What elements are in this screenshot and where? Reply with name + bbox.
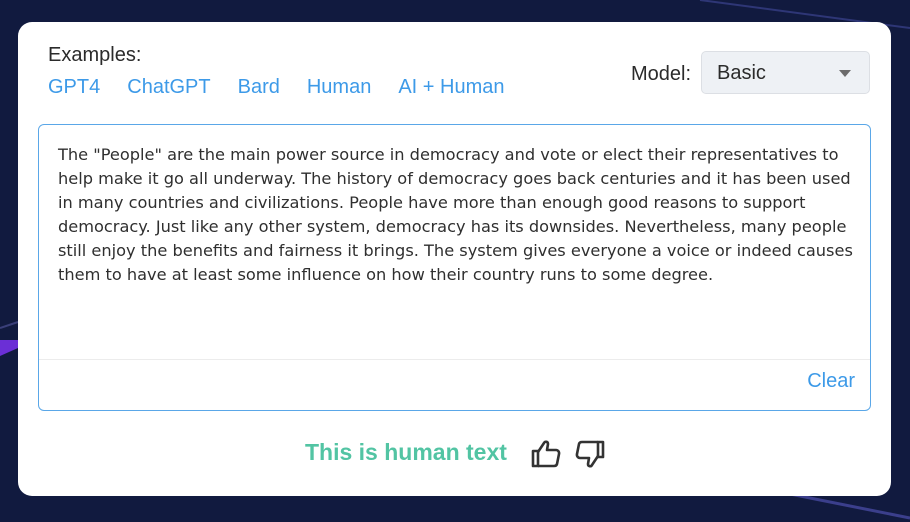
model-select[interactable]: Basic: [701, 51, 870, 94]
thumbs-up-icon[interactable]: [530, 439, 562, 469]
result-text: This is human text: [305, 439, 507, 465]
example-link-gpt4[interactable]: GPT4: [48, 76, 100, 99]
input-text[interactable]: The "People" are the main power source i…: [58, 143, 858, 287]
text-area-footer: [39, 359, 870, 410]
thumbs-down-icon[interactable]: [574, 439, 606, 469]
example-link-ai-human[interactable]: AI + Human: [398, 76, 504, 99]
text-input-area[interactable]: The "People" are the main power source i…: [38, 124, 871, 411]
examples-label: Examples:: [48, 44, 142, 66]
example-link-human[interactable]: Human: [307, 76, 371, 99]
example-link-bard[interactable]: Bard: [238, 76, 280, 99]
model-selected-value: Basic: [717, 62, 766, 84]
example-link-chatgpt[interactable]: ChatGPT: [127, 76, 210, 99]
chevron-down-icon: [839, 70, 851, 77]
detector-card: Examples: GPT4 ChatGPT Bard Human AI + H…: [18, 22, 891, 496]
model-label: Model:: [631, 63, 692, 85]
clear-button[interactable]: Clear: [807, 370, 855, 393]
examples-links: GPT4 ChatGPT Bard Human AI + Human: [48, 76, 532, 99]
